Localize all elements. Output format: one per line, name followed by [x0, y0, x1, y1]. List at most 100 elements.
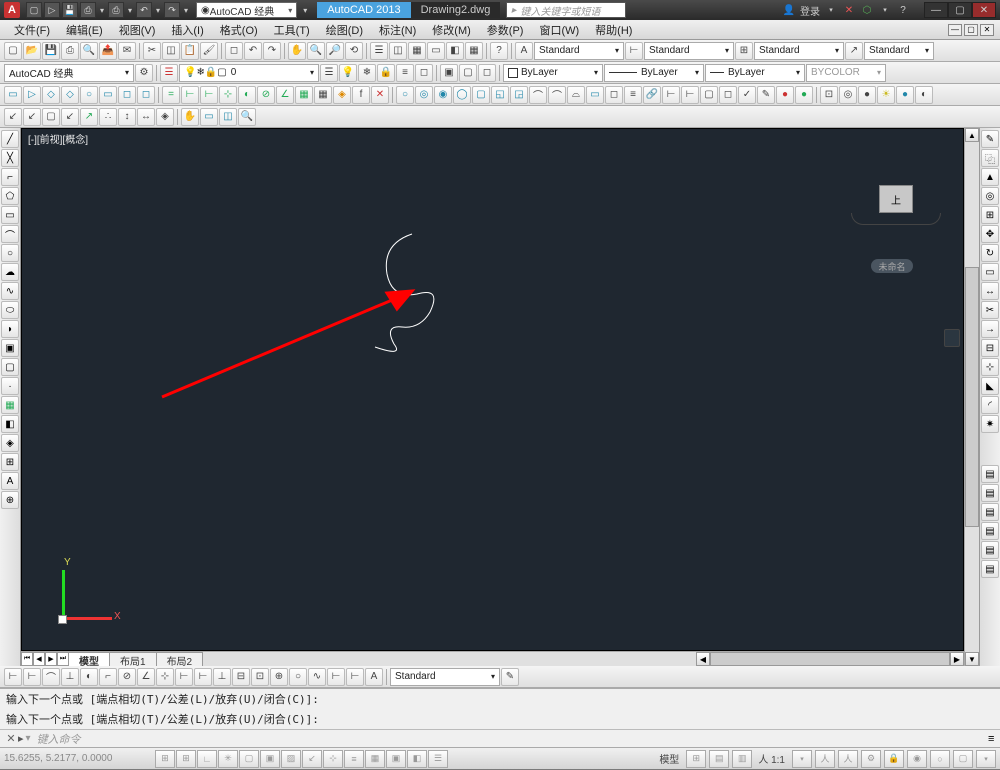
jl-icon[interactable]: ∿	[308, 668, 326, 686]
dim-dia-icon[interactable]: ⊘	[118, 668, 136, 686]
ci-icon[interactable]: ○	[396, 86, 414, 104]
tab-next-icon[interactable]: ▶	[45, 652, 57, 666]
palette6-icon[interactable]: ▤	[981, 560, 999, 578]
textstyle-dropdown[interactable]: Standard▾	[534, 42, 624, 60]
grid2-icon[interactable]: ⊞	[686, 750, 706, 768]
rect-icon[interactable]: ▭	[4, 86, 22, 104]
ortho-toggle[interactable]: ∟	[197, 750, 217, 768]
tr-toggle[interactable]: ▦	[365, 750, 385, 768]
sq5-icon[interactable]: ◻	[719, 86, 737, 104]
ucs-f-icon[interactable]: ▢	[42, 108, 60, 126]
menu-draw[interactable]: 绘图(D)	[318, 20, 371, 40]
sq4-icon[interactable]: ▢	[700, 86, 718, 104]
tol-icon[interactable]: ⊡	[251, 668, 269, 686]
qv-icon[interactable]: ▤	[709, 750, 729, 768]
hatch-icon[interactable]: ▦	[1, 396, 19, 414]
hid-icon[interactable]: ◎	[839, 86, 857, 104]
ws-settings-icon[interactable]: ⚙	[135, 64, 153, 82]
scroll-down-icon[interactable]: ▼	[965, 652, 979, 666]
menu-dimension[interactable]: 标注(N)	[371, 20, 424, 40]
mirror-icon[interactable]: ▲	[981, 168, 999, 186]
arc-draw-icon[interactable]: ⌒	[1, 225, 19, 243]
gradient-icon[interactable]: ◧	[1, 415, 19, 433]
v-scrollbar[interactable]: ▲ ▼	[964, 128, 979, 666]
zoom-icon[interactable]: 🔎	[326, 42, 344, 60]
dropdown-icon[interactable]: ▾	[154, 2, 162, 18]
spline-icon[interactable]: ∿	[1, 282, 19, 300]
qat-options-icon[interactable]: ▾	[301, 6, 309, 15]
osnap-toggle[interactable]: ▢	[239, 750, 259, 768]
layer-props-icon[interactable]: ☰	[160, 64, 178, 82]
cir-r-icon[interactable]: ●	[776, 86, 794, 104]
scroll-right-icon[interactable]: ▶	[950, 652, 964, 666]
dim-bl-icon[interactable]: ⊢	[175, 668, 193, 686]
palette3-icon[interactable]: ▤	[981, 503, 999, 521]
arc3-icon[interactable]: ⌓	[567, 86, 585, 104]
matchprop-icon[interactable]: 🖌	[200, 42, 218, 60]
scale-icon[interactable]: ▭	[981, 263, 999, 281]
dim2-icon[interactable]: ⊢	[200, 86, 218, 104]
x-icon[interactable]: ✕	[371, 86, 389, 104]
offset-icon[interactable]: ◎	[981, 187, 999, 205]
doc-minimize-icon[interactable]: —	[948, 24, 962, 36]
dim-sp-icon[interactable]: ⊥	[213, 668, 231, 686]
line-icon[interactable]: ╱	[1, 130, 19, 148]
linetype-dropdown[interactable]: ByLayer▾	[604, 64, 704, 82]
new-icon[interactable]: ▢	[26, 2, 42, 18]
redo-icon[interactable]: ↷	[263, 42, 281, 60]
grid-toggle[interactable]: ⊞	[176, 750, 196, 768]
box-icon[interactable]: ◻	[118, 86, 136, 104]
ang-icon[interactable]: ∠	[276, 86, 294, 104]
ucs-w-icon[interactable]: ↙	[4, 108, 22, 126]
file-tab[interactable]: Drawing2.dwg	[411, 2, 501, 18]
dim-jog-icon[interactable]: ⌐	[99, 668, 117, 686]
rend-icon[interactable]: ◐	[915, 86, 933, 104]
toolbar-workspace-dropdown[interactable]: AutoCAD 经典▾	[4, 64, 134, 82]
tab-layout2[interactable]: 布局2	[156, 652, 204, 666]
hw-icon[interactable]: ◉	[907, 750, 927, 768]
chamfer-icon[interactable]: ◣	[981, 377, 999, 395]
copy-m-icon[interactable]: ⿻	[981, 149, 999, 167]
tb-lock-icon[interactable]: 🔒	[884, 750, 904, 768]
sc-toggle[interactable]: ◧	[407, 750, 427, 768]
stretch-icon[interactable]: ↔	[981, 282, 999, 300]
toolpalette-icon[interactable]: ▦	[408, 42, 426, 60]
otrack-toggle[interactable]: ▨	[281, 750, 301, 768]
ucs-z-icon[interactable]: ↗	[80, 108, 98, 126]
cube-icon[interactable]: ▦	[295, 86, 313, 104]
trim-icon[interactable]: ✂	[981, 301, 999, 319]
menu-parametric[interactable]: 参数(P)	[479, 20, 532, 40]
dimstyle-dd2[interactable]: Standard▾	[390, 668, 500, 686]
palette2-icon[interactable]: ▤	[981, 484, 999, 502]
paste-icon[interactable]: 📋	[181, 42, 199, 60]
pline-icon[interactable]: ⌐	[1, 168, 19, 186]
copy-icon[interactable]: ◫	[162, 42, 180, 60]
cmd-handle-icon[interactable]: ≡	[988, 733, 1000, 745]
zoomw-icon[interactable]: ▭	[200, 108, 218, 126]
dim-br-icon[interactable]: ⊟	[232, 668, 250, 686]
insert-block-icon[interactable]: ▣	[440, 64, 458, 82]
iso-icon[interactable]: ○	[930, 750, 950, 768]
point-icon[interactable]: ·	[1, 377, 19, 395]
real-icon[interactable]: ●	[858, 86, 876, 104]
dim-cont-icon[interactable]: ⊢	[194, 668, 212, 686]
doc-restore-icon[interactable]: ▢	[964, 24, 978, 36]
dropdown-icon[interactable]: ▾	[98, 2, 106, 18]
markup-icon[interactable]: ◧	[446, 42, 464, 60]
sq3-icon[interactable]: ◲	[510, 86, 528, 104]
3dosnap-toggle[interactable]: ▣	[260, 750, 280, 768]
ellarc-icon[interactable]: ◗	[1, 320, 19, 338]
addsel-icon[interactable]: ⊕	[1, 491, 19, 509]
insert-icon[interactable]: ▣	[1, 339, 19, 357]
layer-match-icon[interactable]: ≡	[396, 64, 414, 82]
coordinates[interactable]: 15.6255, 5.2177, 0.0000	[4, 753, 154, 764]
annoscale[interactable]: 人 1:1	[754, 751, 789, 766]
new-icon[interactable]: ▢	[4, 42, 22, 60]
dim-ord-icon[interactable]: ⊥	[61, 668, 79, 686]
exchange-close-icon[interactable]: ✕	[842, 3, 856, 17]
dim-edit-icon[interactable]: ✎	[501, 668, 519, 686]
send-icon[interactable]: ✉	[118, 42, 136, 60]
cmd-close-icon[interactable]: ✕	[4, 732, 18, 746]
quickcalc-icon[interactable]: ▦	[465, 42, 483, 60]
save-icon[interactable]: 💾	[42, 42, 60, 60]
